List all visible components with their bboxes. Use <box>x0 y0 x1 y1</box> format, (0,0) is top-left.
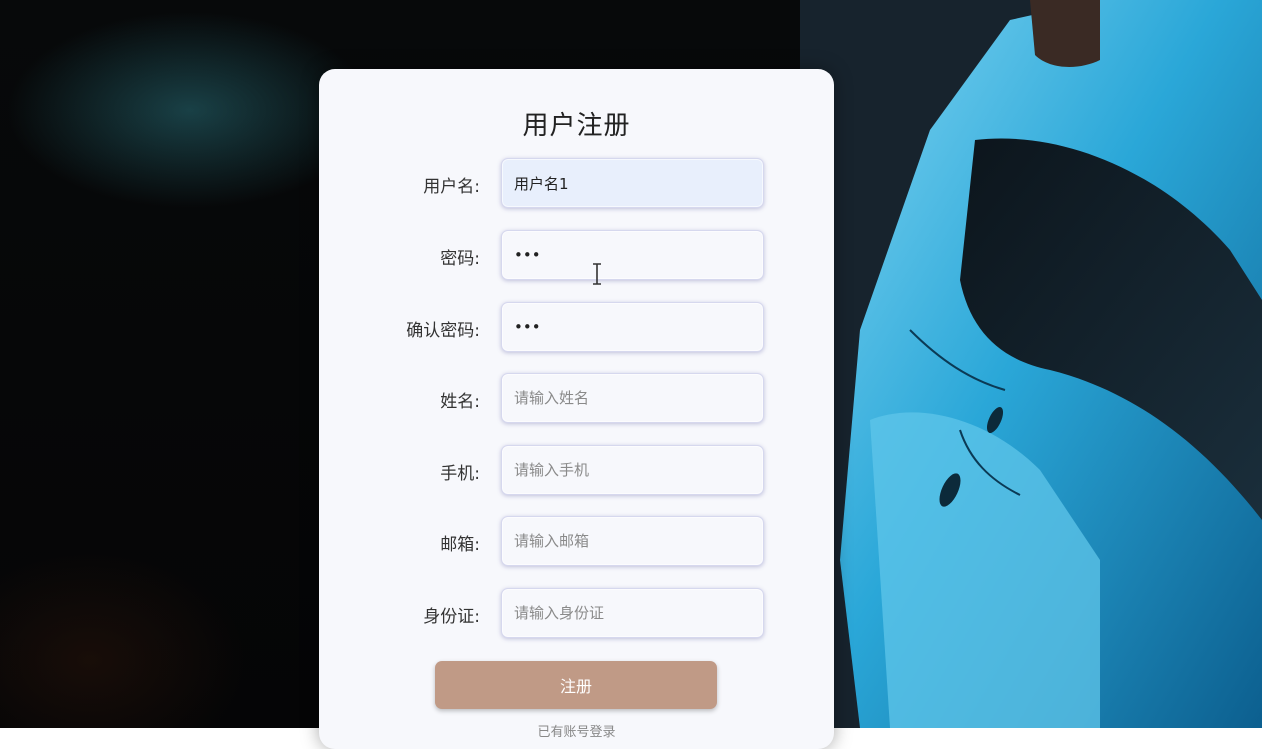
email-label: 邮箱: <box>440 535 480 555</box>
register-button[interactable]: 注册 <box>435 661 717 709</box>
form-row-phone: 手机: <box>319 445 834 497</box>
id-card-input[interactable] <box>501 588 764 638</box>
phone-label: 手机: <box>440 464 480 484</box>
username-input[interactable] <box>501 158 764 208</box>
register-card: 用户注册 用户名: 密码: 确认密码: 姓名: 手机: 邮箱: 身份证: 注册 … <box>319 69 834 749</box>
confirm-password-input[interactable] <box>501 302 764 352</box>
name-label: 姓名: <box>440 392 480 412</box>
username-label: 用户名: <box>423 177 480 197</box>
form-row-password: 密码: <box>319 230 834 282</box>
confirm-password-label: 确认密码: <box>406 321 480 341</box>
login-link[interactable]: 已有账号登录 <box>319 721 834 740</box>
form-row-confirm-password: 确认密码: <box>319 302 834 354</box>
form-row-name: 姓名: <box>319 373 834 425</box>
id-card-label: 身份证: <box>423 607 480 627</box>
password-input[interactable] <box>501 230 764 280</box>
form-row-email: 邮箱: <box>319 516 834 568</box>
page-title: 用户注册 <box>522 111 631 141</box>
phone-input[interactable] <box>501 445 764 495</box>
background-car-image <box>800 0 1262 728</box>
form-row-id-card: 身份证: <box>319 588 834 640</box>
email-input[interactable] <box>501 516 764 566</box>
sports-car-illustration <box>800 0 1262 728</box>
password-label: 密码: <box>440 249 480 269</box>
name-input[interactable] <box>501 373 764 423</box>
form-row-username: 用户名: <box>319 158 834 210</box>
text-cursor-icon <box>593 263 601 285</box>
